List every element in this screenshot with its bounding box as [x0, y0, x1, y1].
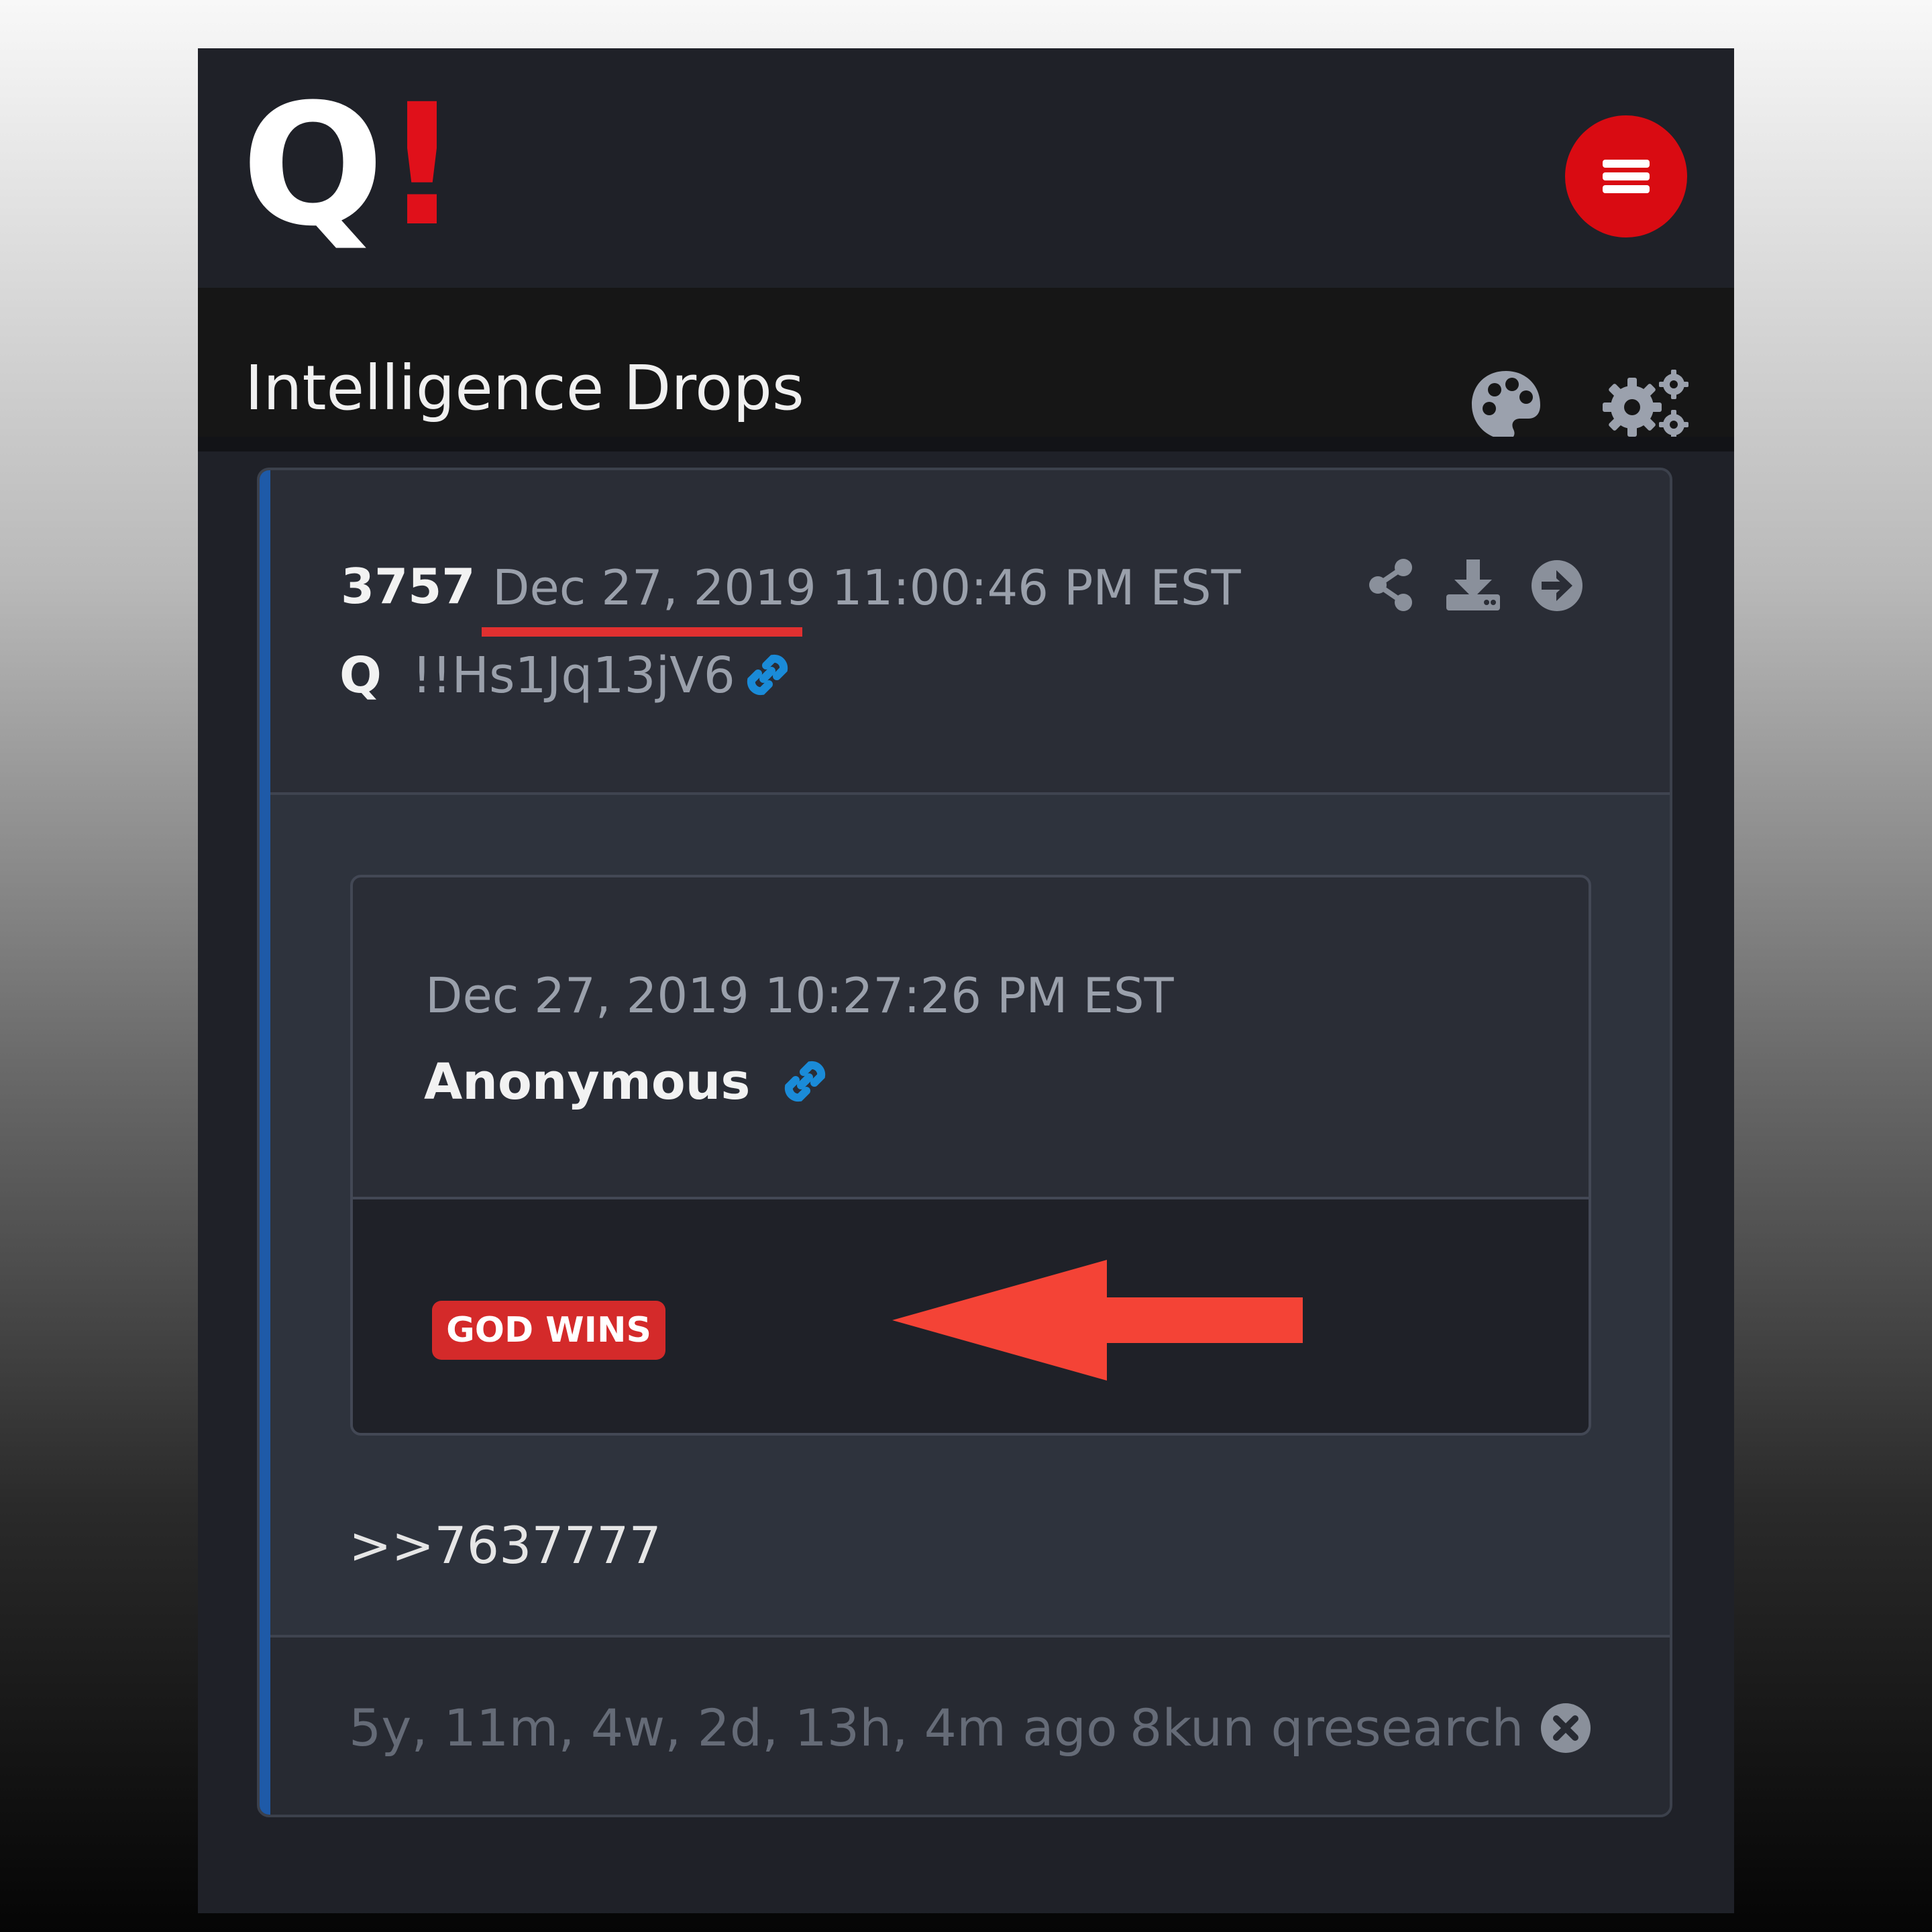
logo-mark: ! — [384, 68, 461, 263]
quoted-author: Anonymous — [424, 1053, 751, 1111]
link-icon[interactable] — [741, 648, 794, 702]
close-circle-icon[interactable] — [1540, 1703, 1591, 1754]
sub-header: Intelligence Drops — [198, 288, 1734, 439]
quoted-date: Dec 27, 2019 10:27:26 PM EST — [425, 967, 1174, 1024]
q-logo[interactable]: Q ! — [241, 82, 460, 250]
page-title: Intelligence Drops — [245, 352, 804, 424]
arrow-right-circle-icon[interactable] — [1531, 559, 1583, 612]
tripcode: !!Hs1Jq13jV6 — [412, 647, 735, 704]
drop-number: 3757 — [341, 558, 476, 614]
share-icon[interactable] — [1366, 558, 1417, 612]
drop-date: Dec 27, 2019 11:00:46 PM EST — [492, 559, 1241, 616]
quoted-link-icon[interactable] — [778, 1055, 832, 1108]
top-bar: Q ! — [198, 48, 1734, 288]
divider — [198, 437, 1734, 451]
card-header — [270, 470, 1670, 795]
menu-button[interactable] — [1565, 115, 1687, 237]
drop-author: Q — [339, 647, 382, 704]
reply-reference[interactable]: >>7637777 — [349, 1520, 661, 1571]
annotation-arrow — [892, 1260, 1303, 1381]
god-wins-image[interactable]: GOD WINS — [432, 1301, 665, 1360]
post-age: 5y, 11m, 4w, 2d, 13h, 4m ago — [349, 1698, 1118, 1758]
gears-icon[interactable] — [1600, 367, 1693, 441]
palette-icon[interactable] — [1469, 368, 1543, 442]
source-board[interactable]: 8kun qresearch — [1130, 1703, 1524, 1754]
card-accent — [260, 470, 270, 1815]
logo-letter: Q — [241, 68, 384, 263]
download-icon[interactable] — [1445, 558, 1501, 612]
date-underline — [482, 627, 802, 637]
